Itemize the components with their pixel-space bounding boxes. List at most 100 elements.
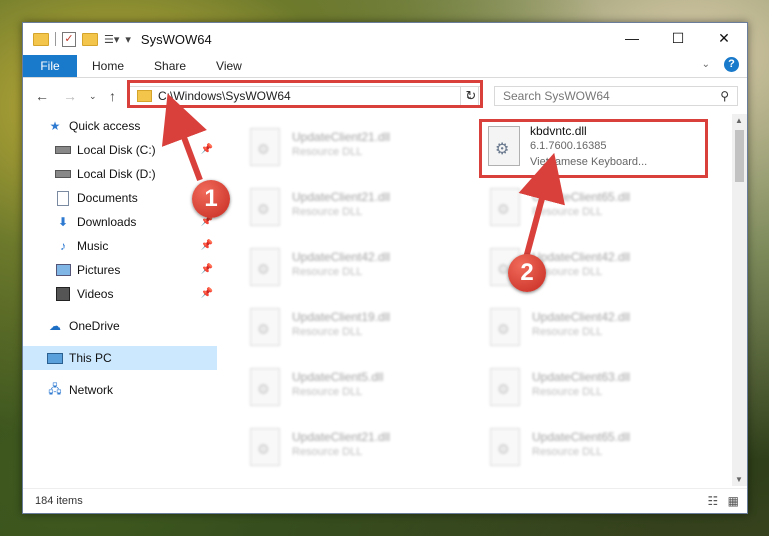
list-item[interactable]: UpdateClient65.dll Resource DLL <box>482 182 702 234</box>
file-type: Resource DLL <box>532 206 603 218</box>
file-type: Resource DLL <box>532 446 603 458</box>
properties-icon[interactable]: ☰▾ <box>104 33 119 46</box>
sidebar-item-documents[interactable]: Documents 📌 <box>23 186 217 210</box>
vertical-scrollbar[interactable]: ▲ ▼ <box>732 114 747 486</box>
window-controls: — ☐ ✕ <box>609 23 747 53</box>
search-input[interactable]: Search SysWOW64 ⚲ <box>494 86 738 106</box>
list-item[interactable]: UpdateClient65.dll Resource DLL <box>482 422 702 474</box>
tab-share[interactable]: Share <box>139 55 201 77</box>
list-item[interactable]: UpdateClient19.dll Resource DLL <box>242 302 462 354</box>
file-type: Resource DLL <box>292 266 363 278</box>
up-arrow-icon[interactable]: ↑ <box>109 88 116 104</box>
file-type: Resource DLL <box>292 146 363 158</box>
checkmark-icon[interactable]: ✓ <box>62 31 76 47</box>
scrollbar-thumb[interactable] <box>735 130 744 182</box>
file-type: Resource DLL <box>292 446 363 458</box>
drive-icon <box>55 167 71 181</box>
file-type: Resource DLL <box>532 386 603 398</box>
sidebar-item-label: Network <box>69 383 114 397</box>
file-highlight-box <box>479 119 708 178</box>
tab-view[interactable]: View <box>201 55 257 77</box>
pictures-icon <box>55 263 71 277</box>
expand-ribbon-icon[interactable]: ⌄ <box>702 59 710 70</box>
dll-file-icon <box>250 308 280 346</box>
folder-icon[interactable] <box>33 32 49 46</box>
pin-icon[interactable]: 📌 <box>201 240 213 251</box>
tab-home[interactable]: Home <box>77 55 139 77</box>
back-arrow-icon[interactable]: ← <box>35 88 49 104</box>
tab-file[interactable]: File <box>23 55 77 77</box>
search-icon[interactable]: ⚲ <box>720 89 729 103</box>
sidebar-item-label: Pictures <box>77 263 121 277</box>
search-placeholder: Search SysWOW64 <box>503 89 610 103</box>
download-icon: ⬇ <box>57 215 69 229</box>
dll-file-icon <box>490 308 520 346</box>
customize-toolbar-icon[interactable]: ▾ <box>125 33 131 46</box>
list-item[interactable]: UpdateClient63.dll Resource DLL <box>482 362 702 414</box>
star-icon: ★ <box>49 119 61 133</box>
sidebar-item-label: Quick access <box>69 119 141 133</box>
sidebar-item-label: Local Disk (C:) <box>77 143 156 157</box>
details-view-icon[interactable]: ☷ <box>708 494 719 508</box>
pin-icon[interactable]: 📌 <box>201 288 213 299</box>
sidebar-item-label: Documents <box>77 191 138 205</box>
file-type: Resource DLL <box>532 326 603 338</box>
list-item[interactable]: UpdateClient21.dll Resource DLL <box>242 182 462 234</box>
list-item[interactable]: UpdateClient21.dll Resource DLL <box>242 422 462 474</box>
window-title: SysWOW64 <box>140 31 212 47</box>
documents-icon <box>55 190 71 206</box>
dll-file-icon <box>250 128 280 166</box>
file-name: UpdateClient42.dll <box>292 250 391 264</box>
sidebar-item-pictures[interactable]: Pictures 📌 <box>23 258 217 282</box>
file-name: UpdateClient5.dll <box>292 370 384 384</box>
dll-file-icon <box>490 368 520 406</box>
sidebar-item-downloads[interactable]: ⬇ Downloads 📌 <box>23 210 217 234</box>
close-button[interactable]: ✕ <box>701 23 747 53</box>
sidebar-item-quick-access[interactable]: ★ Quick access <box>23 114 217 138</box>
file-name: UpdateClient21.dll <box>292 130 391 144</box>
file-name: UpdateClient65.dll <box>532 430 631 444</box>
pin-icon[interactable]: 📌 <box>201 144 213 155</box>
help-icon[interactable]: ? <box>724 57 739 72</box>
file-name: UpdateClient21.dll <box>292 190 391 204</box>
annotation-badge-2: 2 <box>508 254 546 292</box>
dll-file-icon <box>490 188 520 226</box>
dll-file-icon <box>250 188 280 226</box>
folder-icon[interactable] <box>82 32 98 46</box>
file-name: UpdateClient19.dll <box>292 310 391 324</box>
list-item[interactable]: UpdateClient42.dll Resource DLL <box>242 242 462 294</box>
file-type: Resource DLL <box>292 206 363 218</box>
sidebar-item-onedrive[interactable]: ☁ OneDrive <box>23 314 217 338</box>
network-icon: 🖧 <box>48 381 62 396</box>
sidebar-item-music[interactable]: ♪ Music 📌 <box>23 234 217 258</box>
list-item[interactable]: UpdateClient5.dll Resource DLL <box>242 362 462 414</box>
sidebar-item-network[interactable]: 🖧 Network <box>23 378 217 402</box>
recent-locations-icon[interactable]: ⌄ <box>89 91 97 102</box>
ribbon-right: ⌄ ? <box>702 57 739 72</box>
separator <box>55 32 56 46</box>
sidebar-item-local-disk-c[interactable]: Local Disk (C:) 📌 <box>23 138 217 162</box>
maximize-button[interactable]: ☐ <box>655 23 701 53</box>
sidebar-item-this-pc[interactable]: This PC <box>23 346 217 370</box>
forward-arrow-icon[interactable]: → <box>63 88 77 104</box>
list-item[interactable]: UpdateClient42.dll Resource DLL <box>482 302 702 354</box>
large-icons-view-icon[interactable]: ▦ <box>728 494 739 508</box>
dll-file-icon <box>250 368 280 406</box>
sidebar-item-videos[interactable]: Videos 📌 <box>23 282 217 306</box>
file-type: Resource DLL <box>292 326 363 338</box>
status-bar: 184 items ☷ ▦ <box>23 488 747 513</box>
navigation-pane: ★ Quick access Local Disk (C:) 📌 Local D… <box>23 114 217 486</box>
sidebar-item-label: Downloads <box>77 215 137 229</box>
sidebar-item-local-disk-d[interactable]: Local Disk (D:) <box>23 162 217 186</box>
list-item[interactable]: UpdateClient21.dll Resource DLL <box>242 122 462 174</box>
scroll-up-icon[interactable]: ▲ <box>735 116 743 125</box>
scroll-down-icon[interactable]: ▼ <box>735 475 743 484</box>
computer-icon <box>47 351 63 365</box>
minimize-button[interactable]: — <box>609 23 655 53</box>
video-icon <box>55 287 71 301</box>
sidebar-item-label: OneDrive <box>69 319 120 333</box>
sidebar-item-label: This PC <box>69 351 112 365</box>
item-count: 184 items <box>35 495 83 507</box>
title-bar: ✓ ☰▾ ▾ SysWOW64 — ☐ ✕ <box>23 23 747 55</box>
pin-icon[interactable]: 📌 <box>201 264 213 275</box>
